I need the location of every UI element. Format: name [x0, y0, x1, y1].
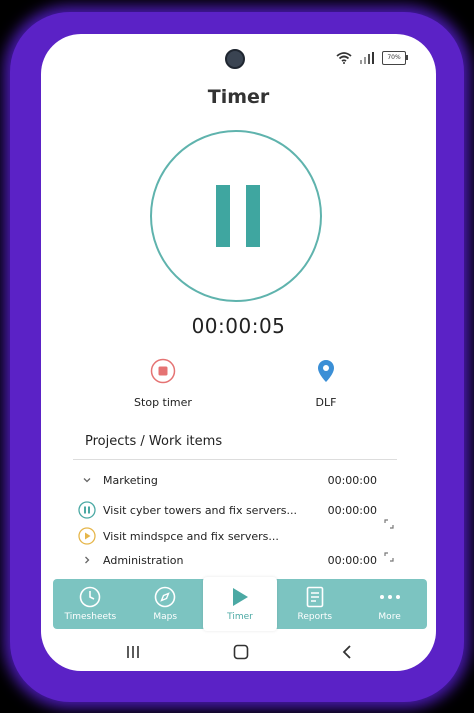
expand-icon[interactable] — [384, 519, 394, 529]
play-circle-icon[interactable] — [77, 527, 97, 545]
work-item-row[interactable]: Visit mindspce and fix servers... — [77, 526, 377, 546]
project-row-administration[interactable]: Administration 00:00:00 — [77, 550, 377, 570]
status-bar: 70% — [336, 51, 408, 65]
stop-timer-button[interactable]: Stop timer — [108, 358, 218, 409]
nav-more[interactable]: More — [352, 579, 427, 629]
project-row-marketing[interactable]: Marketing 00:00:00 — [77, 470, 377, 490]
section-title: Projects / Work items — [85, 434, 223, 449]
nav-timesheets[interactable]: Timesheets — [53, 579, 128, 629]
pause-circle-icon[interactable] — [77, 501, 97, 519]
home-icon[interactable] — [233, 644, 249, 660]
system-nav-bar — [41, 640, 436, 664]
work-item-row[interactable]: Visit cyber towers and fix servers... 00… — [77, 500, 377, 520]
pause-button[interactable] — [150, 130, 322, 302]
more-dots-icon — [352, 585, 427, 609]
project-time: 00:00:00 — [327, 553, 377, 567]
project-name: Administration — [103, 553, 184, 567]
project-time: 00:00:00 — [327, 473, 377, 487]
clock-icon — [53, 585, 128, 609]
nav-label: Reports — [297, 612, 333, 622]
location-label: DLF — [315, 396, 337, 409]
back-icon[interactable] — [341, 644, 353, 660]
stop-icon — [150, 358, 176, 384]
nav-label: More — [378, 612, 401, 622]
recent-apps-icon[interactable] — [126, 644, 140, 660]
bottom-nav: Timesheets Maps Timer Reports More — [53, 577, 427, 631]
location-button[interactable]: DLF — [271, 358, 381, 409]
nav-label: Timer — [227, 612, 253, 622]
phone-screen: 70% Timer 00:00:05 Stop timer DLF Projec… — [41, 34, 436, 671]
work-item-name: Visit cyber towers and fix servers... — [103, 503, 297, 517]
front-camera — [225, 49, 245, 69]
work-item-name: Visit mindspce and fix servers... — [103, 529, 279, 543]
nav-timer[interactable]: Timer — [202, 577, 278, 631]
stop-timer-label: Stop timer — [134, 396, 192, 409]
page-title: Timer — [207, 86, 270, 108]
project-name: Marketing — [103, 473, 158, 487]
location-pin-icon — [318, 360, 334, 382]
nav-label: Timesheets — [64, 612, 117, 622]
wifi-icon — [336, 52, 352, 64]
battery-indicator: 70% — [382, 51, 408, 65]
nav-label: Maps — [153, 612, 178, 622]
work-item-time: 00:00:00 — [327, 503, 377, 517]
nav-reports[interactable]: Reports — [277, 579, 352, 629]
compass-icon — [128, 585, 203, 609]
nav-maps[interactable]: Maps — [128, 579, 203, 629]
report-icon — [277, 585, 352, 609]
signal-icon — [360, 52, 374, 64]
section-divider — [73, 459, 397, 460]
chevron-down-icon[interactable] — [77, 475, 97, 485]
expand-icon[interactable] — [384, 552, 394, 562]
elapsed-time: 00:00:05 — [191, 314, 286, 338]
chevron-right-icon[interactable] — [77, 555, 97, 565]
play-icon — [203, 585, 278, 609]
